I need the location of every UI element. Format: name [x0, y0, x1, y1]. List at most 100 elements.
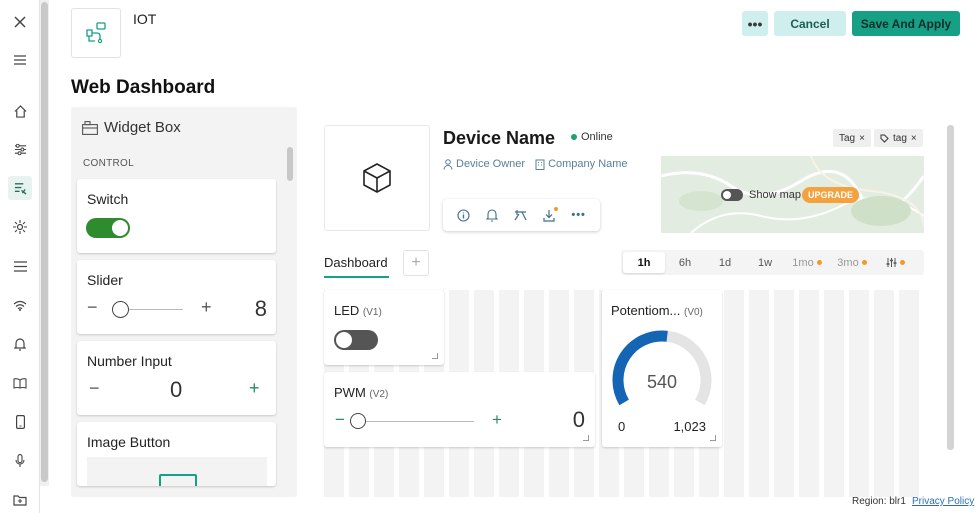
automation-icon[interactable] — [8, 215, 32, 239]
tag-remove-icon[interactable]: × — [911, 133, 917, 144]
gauge-value: 540 — [646, 372, 678, 392]
cube-icon — [363, 163, 391, 193]
image-icon — [159, 474, 197, 486]
template-name[interactable]: IOT — [133, 11, 156, 27]
upgrade-badge[interactable]: UPGRADE — [802, 187, 860, 203]
number-input-value: 0 — [170, 377, 183, 402]
pwm-slider-thumb[interactable] — [350, 413, 366, 429]
number-input-label: Number Input — [87, 353, 172, 369]
slider-plus-button[interactable]: + — [201, 297, 212, 318]
resize-handle[interactable] — [432, 353, 438, 359]
menu-icon[interactable] — [8, 48, 32, 72]
tag-chip-1[interactable]: Tag × — [833, 129, 871, 147]
number-input-widget-card[interactable]: Number Input − 0 + — [77, 341, 276, 415]
device-image[interactable] — [324, 125, 430, 231]
switch-widget-card[interactable]: Switch — [77, 179, 276, 253]
bell-icon[interactable] — [8, 332, 32, 356]
slider-thumb[interactable] — [112, 301, 129, 318]
book-icon[interactable] — [8, 371, 32, 395]
tag-chip-2[interactable]: tag × — [874, 129, 923, 147]
gauge-dial — [612, 330, 712, 406]
tag-chip-label: tag — [893, 132, 907, 144]
show-map-toggle[interactable] — [721, 189, 743, 201]
mic-icon[interactable] — [8, 449, 32, 473]
device-meta: Device Owner Company Name — [443, 158, 628, 170]
phone-icon[interactable] — [8, 410, 32, 434]
gauge-widget[interactable]: Potentiom... (V0) 540 0 1,023 — [602, 290, 722, 447]
widget-box-scrollbar[interactable] — [287, 147, 293, 181]
image-button-label: Image Button — [87, 434, 171, 450]
widget-box-header: Widget Box — [82, 119, 181, 136]
number-input-plus-button[interactable]: + — [249, 378, 260, 399]
device-owner-text: Device Owner — [456, 158, 526, 170]
tuning-icon[interactable] — [8, 137, 32, 161]
number-input-minus-button[interactable]: − — [89, 378, 100, 399]
close-icon[interactable] — [8, 10, 32, 34]
image-button-widget-card[interactable]: Image Button — [77, 422, 276, 486]
range-1w[interactable]: 1w — [745, 252, 785, 273]
region-label: Region: blr1 — [852, 496, 906, 507]
widget-box-title: Widget Box — [104, 119, 181, 136]
home-icon[interactable] — [8, 99, 32, 123]
more-button[interactable]: ••• — [742, 11, 768, 36]
pwm-plus-button[interactable]: + — [492, 410, 502, 430]
tab-dashboard[interactable]: Dashboard — [324, 255, 388, 270]
led-title-text: LED — [334, 303, 360, 318]
led-pin: (V1) — [362, 307, 382, 318]
sliders-icon — [886, 258, 896, 267]
download-action[interactable] — [543, 206, 559, 222]
tools-icon[interactable] — [514, 209, 527, 221]
template-image[interactable] — [71, 8, 121, 58]
range-1h[interactable]: 1h — [623, 252, 665, 273]
range-3mo[interactable]: 3mo — [829, 252, 875, 273]
device-owner-link[interactable]: Device Owner — [443, 158, 525, 170]
slider-widget-label: Slider — [87, 272, 123, 288]
add-tab-button[interactable]: + — [403, 250, 429, 276]
pwm-widget[interactable]: PWM (V2) − + 0 — [324, 372, 595, 447]
company-name-text: Company Name — [548, 158, 628, 170]
bell-icon[interactable] — [486, 208, 499, 222]
info-icon[interactable] — [457, 208, 470, 222]
time-range-selector: 1h 6h 1d 1w 1mo 3mo — [621, 250, 924, 275]
wifi-icon[interactable] — [8, 293, 32, 317]
slider-widget-card[interactable]: Slider − + 8 — [77, 260, 276, 334]
range-1mo[interactable]: 1mo — [785, 252, 829, 273]
led-widget[interactable]: LED (V1) — [324, 290, 444, 365]
privacy-policy-link[interactable]: Privacy Policy — [912, 496, 974, 507]
company-name-link[interactable]: Company Name — [535, 158, 628, 170]
slider-minus-button[interactable]: − — [87, 297, 98, 318]
pwm-title-text: PWM — [334, 385, 366, 400]
status-dot — [571, 134, 577, 140]
tag-chip-label: Tag — [839, 132, 856, 144]
list-icon[interactable] — [8, 254, 32, 278]
template-icon — [86, 22, 106, 44]
switch-toggle[interactable] — [86, 218, 130, 238]
range-6h[interactable]: 6h — [665, 252, 705, 273]
device-status-text: Online — [581, 131, 613, 143]
switch-widget-label: Switch — [87, 191, 129, 207]
locked-dot — [899, 260, 905, 265]
custom-range-button[interactable] — [875, 252, 915, 273]
slider-value: 8 — [254, 296, 267, 321]
pwm-slider-track[interactable] — [358, 421, 474, 422]
range-1d[interactable]: 1d — [705, 252, 745, 273]
resize-handle[interactable] — [710, 435, 716, 441]
save-and-apply-button[interactable]: Save And Apply — [852, 11, 960, 36]
locked-dot — [861, 260, 867, 265]
folder-icon[interactable] — [8, 488, 32, 512]
pwm-minus-button[interactable]: − — [335, 410, 345, 430]
led-toggle[interactable] — [334, 330, 378, 350]
widget-box-icon — [82, 120, 98, 135]
devices-icon[interactable] — [8, 176, 32, 200]
nav-scrollbar[interactable] — [40, 0, 49, 486]
gauge-min: 0 — [618, 419, 626, 434]
range-3mo-label: 3mo — [837, 256, 859, 269]
resize-handle[interactable] — [583, 435, 589, 441]
tag-remove-icon[interactable]: × — [859, 133, 865, 144]
device-name: Device Name — [443, 128, 556, 148]
dashboard-scrollbar[interactable] — [947, 125, 954, 450]
range-1mo-label: 1mo — [792, 256, 814, 269]
locked-dot — [816, 260, 822, 265]
more-actions-icon[interactable]: ••• — [571, 209, 586, 221]
cancel-button[interactable]: Cancel — [774, 11, 846, 36]
